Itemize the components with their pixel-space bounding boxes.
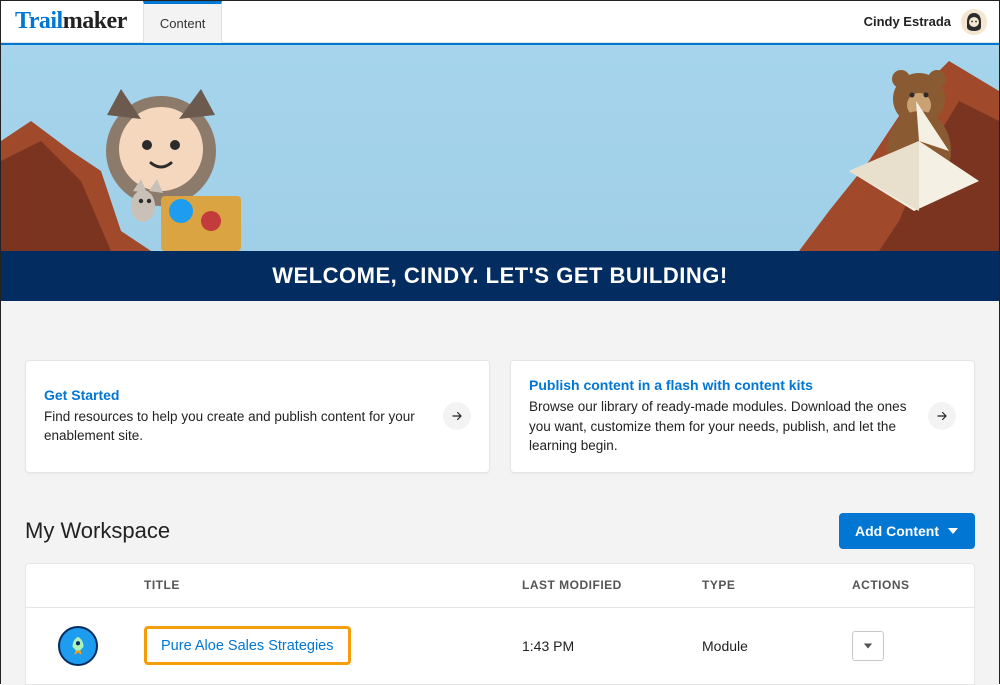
logo-prefix: Trail: [15, 8, 63, 34]
avatar[interactable]: [961, 9, 987, 35]
get-started-title: Get Started: [44, 387, 429, 403]
get-started-arrow[interactable]: [443, 402, 471, 430]
astro-character-illustration: [71, 71, 291, 251]
row-actions: [844, 631, 964, 661]
col-actions: ACTIONS: [844, 578, 964, 592]
bear-illustration: [769, 51, 999, 251]
publish-kits-text: Browse our library of ready-made modules…: [529, 397, 914, 456]
publish-kits-card: Publish content in a flash with content …: [510, 360, 975, 473]
workspace-section: My Workspace Add Content TITLE LAST MODI…: [1, 503, 999, 685]
table-header: TITLE LAST MODIFIED TYPE ACTIONS: [26, 564, 974, 608]
workspace-table: TITLE LAST MODIFIED TYPE ACTIONS Pure Al…: [25, 563, 975, 685]
welcome-banner: WELCOME, CINDY. LET'S GET BUILDING!: [1, 251, 999, 301]
user-name: Cindy Estrada: [864, 14, 951, 29]
add-content-button[interactable]: Add Content: [839, 513, 975, 549]
tab-content[interactable]: Content: [143, 1, 223, 43]
publish-kits-arrow[interactable]: [928, 402, 956, 430]
top-nav: Trailmaker Content Cindy Estrada: [1, 1, 999, 43]
hero-illustration: [1, 45, 999, 251]
arrow-right-icon: [450, 409, 464, 423]
info-cards: Get Started Find resources to help you c…: [1, 300, 999, 503]
col-last-modified: LAST MODIFIED: [514, 578, 694, 592]
add-content-label: Add Content: [855, 523, 939, 539]
publish-kits-title: Publish content in a flash with content …: [529, 377, 914, 393]
get-started-text: Find resources to help you create and pu…: [44, 407, 429, 446]
row-icon-cell: [26, 626, 136, 666]
avatar-icon: [961, 9, 987, 35]
col-type: TYPE: [694, 578, 844, 592]
col-title: TITLE: [136, 578, 514, 592]
row-last-modified: 1:43 PM: [514, 638, 694, 654]
get-started-card: Get Started Find resources to help you c…: [25, 360, 490, 473]
caret-down-icon: [863, 641, 873, 651]
rocket-icon: [67, 635, 89, 657]
table-row: Pure Aloe Sales Strategies 1:43 PM Modul…: [26, 608, 974, 684]
row-type: Module: [694, 638, 844, 654]
highlight-box: Pure Aloe Sales Strategies: [144, 626, 351, 665]
row-title-cell: Pure Aloe Sales Strategies: [136, 626, 514, 665]
content-title-link[interactable]: Pure Aloe Sales Strategies: [161, 638, 334, 654]
row-actions-menu[interactable]: [852, 631, 884, 661]
app-logo: Trailmaker: [15, 8, 127, 35]
caret-down-icon: [947, 525, 959, 537]
logo-suffix: maker: [63, 8, 127, 34]
module-icon: [58, 626, 98, 666]
hero: WELCOME, CINDY. LET'S GET BUILDING!: [1, 45, 999, 300]
workspace-heading: My Workspace: [25, 518, 170, 544]
arrow-right-icon: [935, 409, 949, 423]
